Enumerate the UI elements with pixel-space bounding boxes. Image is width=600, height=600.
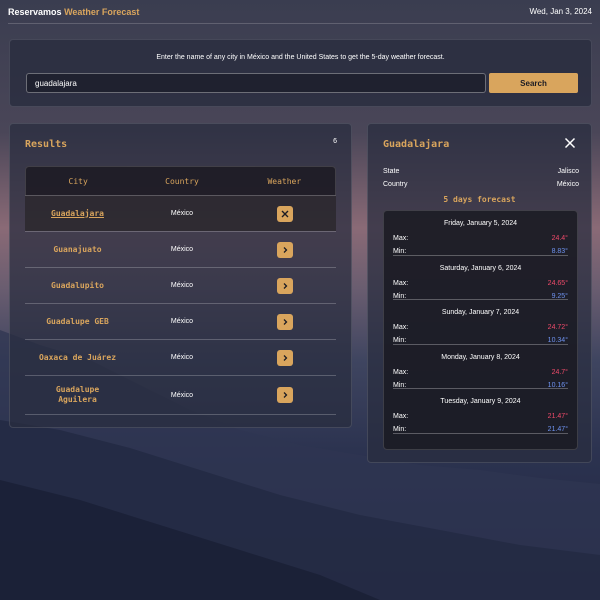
close-icon[interactable] (563, 136, 577, 150)
view-forecast-button[interactable] (277, 349, 293, 366)
table-row[interactable]: Oaxaca de Juárez México (25, 339, 336, 375)
forecast-city: Guadalajara (383, 139, 450, 150)
day-date: Friday, January 5, 2024 (443, 220, 518, 227)
view-forecast-button[interactable] (277, 241, 293, 258)
max-temp: 21.47° (547, 413, 568, 421)
chevron-right-icon (283, 246, 288, 253)
table-row[interactable]: Guadalupe Aguilera México (25, 375, 336, 414)
state-label: State (383, 168, 400, 175)
search-panel: Enter the name of any city in México and… (9, 39, 592, 107)
table-row[interactable]: Guadalajara México (25, 195, 336, 231)
max-label: Max: (393, 235, 409, 242)
current-date: Wed, Jan 3, 2024 (529, 7, 592, 16)
column-country: Country (165, 176, 199, 186)
country-cell: México (170, 354, 194, 361)
country-value: México (556, 181, 579, 188)
max-label: Max: (393, 413, 409, 421)
forecast-title: 5 days forecast (443, 195, 516, 204)
min-label: Min: (393, 426, 407, 434)
search-hint: Enter the name of any city in México and… (156, 54, 445, 61)
country-cell: México (170, 246, 194, 253)
city-link[interactable]: Guadalupe Aguilera (39, 385, 116, 405)
column-city: City (68, 176, 88, 186)
chevron-right-icon (283, 354, 288, 361)
results-table: City Country Weather Guadalajara México … (25, 166, 336, 415)
city-link[interactable]: Guadalajara (51, 209, 104, 219)
country-label: Country (383, 181, 408, 188)
results-panel: Results 6 City Country Weather Guadalaja… (9, 123, 352, 428)
max-label: Max: (393, 279, 409, 287)
table-row[interactable]: Guanajuato México (25, 231, 336, 267)
city-link[interactable]: Oaxaca de Juárez (39, 353, 116, 363)
view-forecast-button[interactable] (277, 277, 293, 294)
day-date: Tuesday, January 9, 2024 (440, 398, 521, 406)
chevron-right-icon (283, 282, 288, 289)
brand-main: Reservamos (8, 6, 62, 17)
min-label: Min: (393, 337, 407, 345)
country-row: Country México (383, 181, 579, 188)
day-date: Monday, January 8, 2024 (441, 353, 520, 361)
forecast-day: Tuesday, January 9, 2024 Max: 21.47° Min:… (393, 389, 568, 434)
min-label: Min: (393, 381, 407, 389)
results-count: 6 (333, 138, 337, 145)
forecast-day: Sunday, January 7, 2024 Max: 24.72° Min: 1… (393, 300, 568, 345)
max-label: Max: (393, 324, 409, 332)
min-label: Min: (393, 248, 407, 255)
forecast-panel: Guadalajara State Jalisco Country México… (367, 123, 592, 463)
table-divider (25, 414, 336, 415)
country-cell: México (170, 282, 194, 289)
max-temp: 24.7° (551, 368, 568, 376)
table-row[interactable]: Guadalupito México (25, 267, 336, 303)
min-label: Min: (393, 292, 407, 300)
forecast-day: Saturday, January 6, 2024 Max: 24.65° Min… (393, 256, 568, 301)
min-temp: 8.83° (551, 248, 568, 255)
view-forecast-button[interactable] (277, 387, 293, 403)
table-header: City Country Weather (25, 166, 336, 195)
close-icon (281, 210, 289, 217)
city-link[interactable]: Guanajuato (53, 245, 101, 255)
max-temp: 24.4° (551, 235, 568, 242)
view-forecast-button[interactable] (277, 313, 293, 330)
state-row: State Jalisco (383, 168, 579, 175)
min-temp: 10.34° (547, 337, 568, 345)
min-temp: 21.47° (547, 426, 568, 434)
max-temp: 24.72° (547, 324, 568, 332)
brand-accent: Weather Forecast (64, 6, 140, 17)
max-temp: 24.65° (547, 279, 568, 287)
search-button[interactable]: Search (489, 73, 578, 93)
chevron-right-icon (283, 392, 288, 398)
country-cell: México (170, 318, 194, 325)
close-forecast-button[interactable] (277, 205, 293, 222)
forecast-day: Monday, January 8, 2024 Max: 24.7° Min: 10… (393, 345, 568, 390)
chevron-right-icon (283, 318, 288, 325)
forecast-day: Friday, January 5, 2024 Max: 24.4° Min: 8.… (393, 211, 568, 256)
day-date: Sunday, January 7, 2024 (441, 309, 520, 317)
results-title: Results (25, 139, 68, 150)
search-input[interactable] (26, 73, 486, 93)
min-temp: 10.16° (547, 381, 568, 389)
city-link[interactable]: Guadalupito (51, 281, 104, 291)
state-value: Jalisco (557, 168, 579, 175)
column-weather: Weather (267, 176, 302, 186)
city-link[interactable]: Guadalupe GEB (46, 317, 109, 327)
brand: Reservamos Weather Forecast (8, 7, 139, 17)
min-temp: 9.25° (551, 292, 568, 300)
day-date: Saturday, January 6, 2024 (439, 264, 522, 272)
forecast-days-list: Friday, January 5, 2024 Max: 24.4° Min: 8.… (383, 210, 578, 450)
country-cell: México (170, 391, 194, 399)
app-header: Reservamos Weather Forecast Wed, Jan 3, … (8, 0, 592, 24)
country-cell: México (170, 210, 194, 217)
max-label: Max: (393, 368, 409, 376)
table-row[interactable]: Guadalupe GEB México (25, 303, 336, 339)
